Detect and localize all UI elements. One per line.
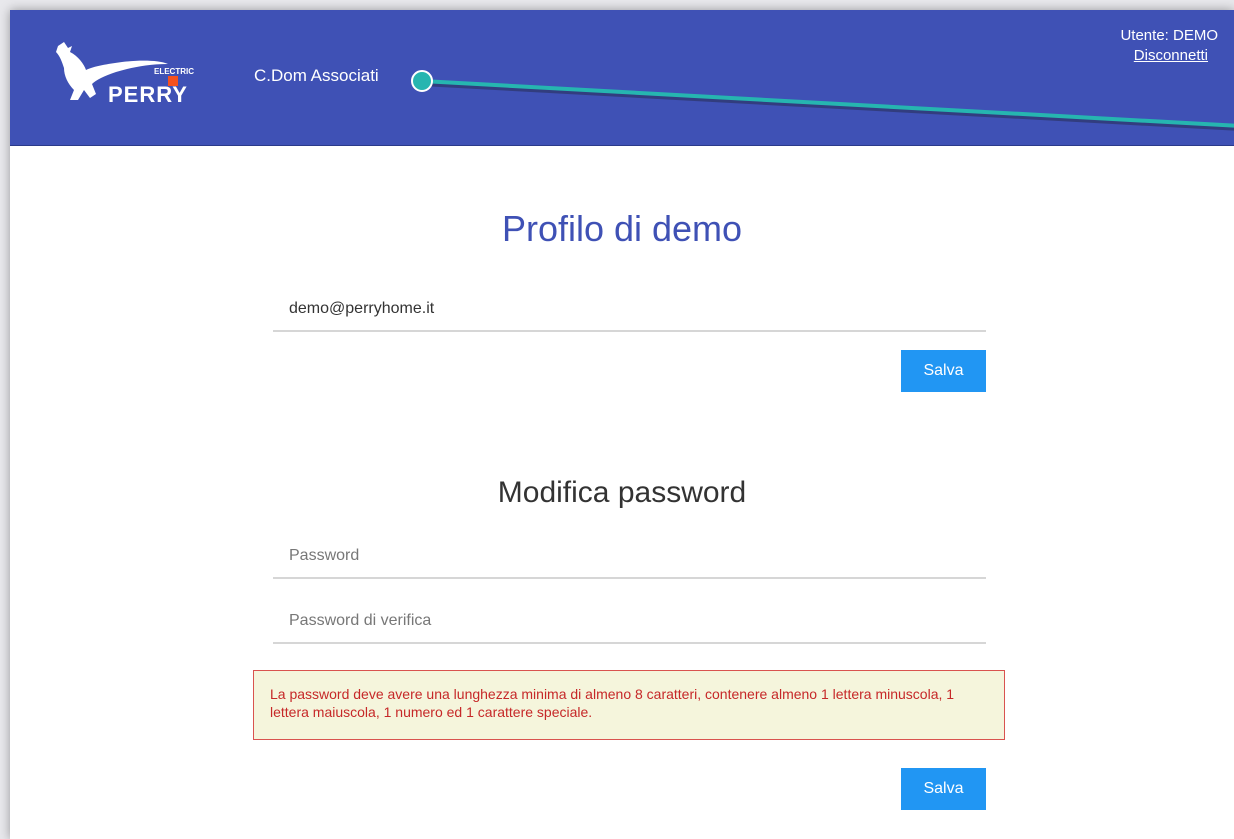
user-box: Utente: DEMO Disconnetti [1120,26,1218,66]
company-name: C.Dom Associati [254,66,379,85]
main-content: Profilo di demo Salva Modifica password … [10,146,1234,839]
save-password-button[interactable]: Salva [901,768,986,810]
change-password-title: Modifica password [497,476,747,509]
logo-subtext: ELECTRIC [154,67,194,76]
email-field[interactable] [273,288,986,332]
app-window: ELECTRIC PERRY C.Dom Associati Utente: D… [10,10,1234,839]
profile-title: Profilo di demo [501,208,743,249]
top-bar: ELECTRIC PERRY C.Dom Associati Utente: D… [10,10,1234,146]
user-label: Utente: DEMO [1120,27,1218,44]
logout-link[interactable]: Disconnetti [1134,46,1208,66]
verify-password-field[interactable] [273,600,986,644]
save-email-button[interactable]: Salva [901,350,986,392]
password-field[interactable] [273,535,986,579]
logo-brand-text: PERRY [108,82,188,107]
password-rules-alert: La password deve avere una lunghezza min… [253,670,1005,740]
perry-electric-logo: ELECTRIC PERRY [56,42,194,107]
